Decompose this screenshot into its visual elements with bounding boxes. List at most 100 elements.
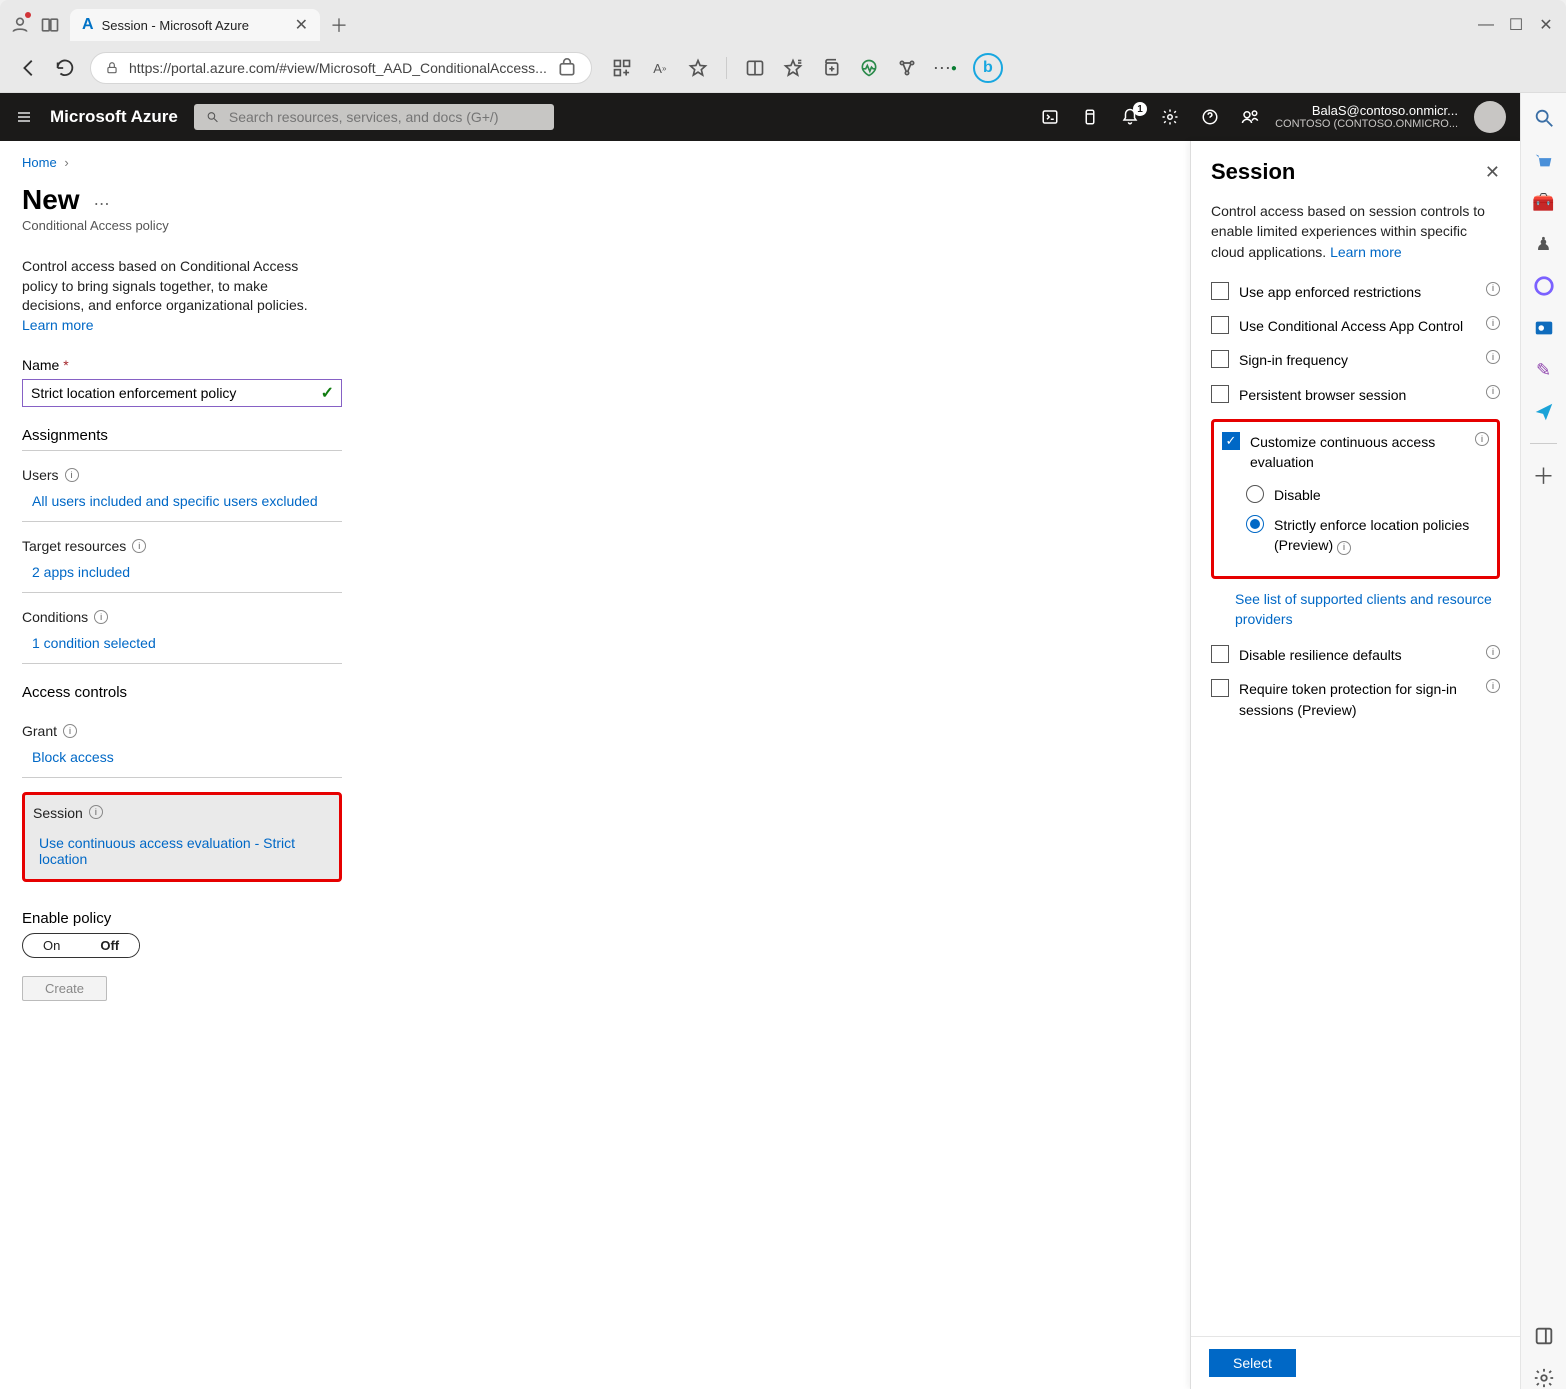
info-icon[interactable]: i — [1486, 385, 1500, 399]
option-disable-resilience[interactable]: Disable resilience defaults i — [1211, 645, 1500, 665]
sidebar-m365-icon[interactable] — [1533, 275, 1555, 297]
shopping-icon[interactable] — [557, 58, 577, 78]
toggle-on[interactable]: On — [23, 934, 80, 957]
hamburger-icon[interactable] — [14, 109, 34, 125]
collections-icon[interactable] — [821, 58, 841, 78]
checkbox[interactable] — [1211, 316, 1229, 334]
cloud-shell-icon[interactable] — [1041, 108, 1059, 126]
sidebar-tools-icon[interactable]: 🧰 — [1533, 191, 1555, 213]
back-button[interactable] — [18, 57, 40, 79]
help-icon[interactable] — [1201, 108, 1219, 126]
sidebar-add-icon[interactable]: ＋ — [1533, 464, 1555, 486]
bing-icon[interactable]: b — [973, 53, 1003, 83]
notifications-icon[interactable]: 1 — [1121, 108, 1139, 126]
setting-targets[interactable]: Target resources i 2 apps included — [22, 538, 342, 593]
azure-brand[interactable]: Microsoft Azure — [50, 107, 178, 127]
account-info[interactable]: BalaS@contoso.onmicr... CONTOSO (CONTOSO… — [1275, 103, 1458, 132]
info-icon[interactable]: i — [65, 468, 79, 482]
info-icon[interactable]: i — [1486, 679, 1500, 693]
users-value[interactable]: All users included and specific users ex… — [32, 493, 342, 509]
panel-close-icon[interactable]: ✕ — [1485, 162, 1500, 183]
option-ca-app-control[interactable]: Use Conditional Access App Control i — [1211, 316, 1500, 336]
radio[interactable] — [1246, 485, 1264, 503]
checkbox[interactable] — [1211, 385, 1229, 403]
setting-grant[interactable]: Grant i Block access — [22, 723, 342, 778]
option-persistent-browser[interactable]: Persistent browser session i — [1211, 385, 1500, 405]
radio-cae-disable[interactable]: Disable — [1246, 485, 1489, 505]
info-icon[interactable]: i — [63, 724, 77, 738]
radio-cae-strict[interactable]: Strictly enforce location policies (Prev… — [1246, 515, 1489, 556]
address-bar[interactable]: https://portal.azure.com/#view/Microsoft… — [90, 52, 592, 84]
supported-clients-link[interactable]: See list of supported clients and resour… — [1235, 589, 1500, 630]
window-close-icon[interactable]: ✕ — [1536, 15, 1556, 35]
access-controls-heading: Access controls — [22, 684, 342, 707]
sidebar-hide-icon[interactable] — [1533, 1325, 1555, 1347]
sidebar-drop-icon[interactable] — [1533, 401, 1555, 423]
info-icon[interactable]: i — [1486, 350, 1500, 364]
info-icon[interactable]: i — [1486, 645, 1500, 659]
split-screen-icon[interactable] — [745, 58, 765, 78]
setting-session-highlight[interactable]: Session i Use continuous access evaluati… — [22, 792, 342, 882]
checkbox[interactable] — [1211, 350, 1229, 368]
info-icon[interactable]: i — [1475, 432, 1489, 446]
performance-icon[interactable] — [859, 58, 879, 78]
favorite-icon[interactable] — [688, 58, 708, 78]
select-button[interactable]: Select — [1209, 1349, 1296, 1377]
workspaces-icon[interactable] — [40, 15, 60, 35]
sidebar-shopping-icon[interactable] — [1533, 149, 1555, 171]
azure-search[interactable] — [194, 104, 554, 130]
grant-value[interactable]: Block access — [32, 749, 342, 765]
info-icon[interactable]: i — [1486, 316, 1500, 330]
checkbox[interactable] — [1211, 282, 1229, 300]
panel-title: Session — [1211, 159, 1295, 185]
setting-users[interactable]: Users i All users included and specific … — [22, 467, 342, 522]
refresh-button[interactable] — [54, 57, 76, 79]
session-value[interactable]: Use continuous access evaluation - Stric… — [39, 835, 331, 867]
sidebar-games-icon[interactable]: ♟ — [1533, 233, 1555, 255]
apps-icon[interactable] — [612, 58, 632, 78]
feedback-icon[interactable] — [1241, 108, 1259, 126]
checkbox-checked[interactable]: ✓ — [1222, 432, 1240, 450]
checkbox[interactable] — [1211, 679, 1229, 697]
tab-close-icon[interactable]: ✕ — [295, 15, 308, 35]
toggle-off[interactable]: Off — [80, 934, 139, 957]
create-button[interactable]: Create — [22, 976, 107, 1001]
targets-value[interactable]: 2 apps included — [32, 564, 342, 580]
more-actions-icon[interactable]: ⋯ — [94, 194, 110, 214]
sidebar-settings-icon[interactable] — [1533, 1367, 1555, 1389]
setting-conditions[interactable]: Conditions i 1 condition selected — [22, 609, 342, 664]
option-app-enforced[interactable]: Use app enforced restrictions i — [1211, 282, 1500, 302]
conditions-value[interactable]: 1 condition selected — [32, 635, 342, 651]
info-icon[interactable]: i — [89, 805, 103, 819]
info-icon[interactable]: i — [94, 610, 108, 624]
info-icon[interactable]: i — [1337, 541, 1351, 555]
option-customize-cae[interactable]: ✓ Customize continuous access evaluation… — [1222, 432, 1489, 473]
policy-name-input[interactable] — [22, 379, 342, 407]
option-signin-frequency[interactable]: Sign-in frequency i — [1211, 350, 1500, 370]
new-tab-button[interactable]: ＋ — [330, 12, 348, 38]
window-maximize-icon[interactable]: ☐ — [1506, 15, 1526, 35]
profile-icon[interactable] — [10, 15, 30, 35]
browser-tab[interactable]: A Session - Microsoft Azure ✕ — [70, 9, 320, 41]
intro-learn-more[interactable]: Learn more — [22, 316, 322, 336]
filter-icon[interactable] — [1081, 108, 1099, 126]
radio-selected[interactable] — [1246, 515, 1264, 533]
more-icon[interactable]: ⋯● — [935, 58, 955, 78]
panel-learn-more[interactable]: Learn more — [1330, 244, 1402, 260]
sidebar-search-icon[interactable] — [1533, 107, 1555, 129]
window-minimize-icon[interactable]: — — [1476, 15, 1496, 35]
avatar[interactable] — [1474, 101, 1506, 133]
extensions-icon[interactable] — [897, 58, 917, 78]
favorites-list-icon[interactable] — [783, 58, 803, 78]
option-token-protection[interactable]: Require token protection for sign-in ses… — [1211, 679, 1500, 720]
enable-policy-toggle[interactable]: On Off — [22, 933, 140, 958]
breadcrumb-home[interactable]: Home — [22, 155, 57, 170]
checkbox[interactable] — [1211, 645, 1229, 663]
settings-icon[interactable] — [1161, 108, 1179, 126]
info-icon[interactable]: i — [1486, 282, 1500, 296]
sidebar-image-creator-icon[interactable]: ✎ — [1533, 359, 1555, 381]
sidebar-outlook-icon[interactable] — [1533, 317, 1555, 339]
text-size-icon[interactable]: A» — [650, 58, 670, 78]
search-input[interactable] — [229, 109, 542, 125]
info-icon[interactable]: i — [132, 539, 146, 553]
